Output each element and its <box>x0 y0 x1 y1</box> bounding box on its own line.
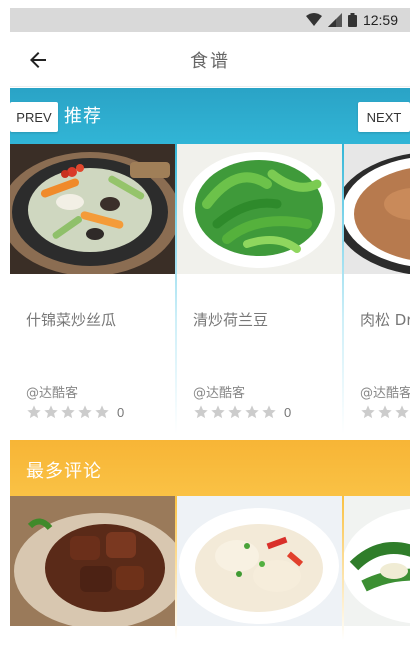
rating: 0 <box>26 404 124 420</box>
recipe-author: @达酷客 <box>193 386 246 401</box>
star-icon <box>78 405 92 419</box>
star-icon <box>211 405 225 419</box>
recommended-cards: 什锦菜炒丝瓜 @达酷客 0 清炒荷兰豆 @达酷客 0 肉松 Dr @达酷客 <box>10 144 410 434</box>
most-comments-header: 最多评论 <box>10 440 410 496</box>
recipe-card[interactable]: 清炒荷兰豆 @达酷客 0 <box>177 144 342 434</box>
star-icon <box>245 405 259 419</box>
recipe-card[interactable] <box>344 496 410 648</box>
recipe-image <box>177 144 342 274</box>
star-icon <box>61 405 75 419</box>
star-icon <box>27 405 41 419</box>
recommended-section: PREV 推荐 NEXT 什锦菜炒丝瓜 @达酷客 0 清炒荷兰豆 @达酷客 0 … <box>10 88 410 434</box>
star-icon <box>262 405 276 419</box>
app-bar: 食谱 <box>10 34 410 87</box>
recipe-card[interactable] <box>10 496 175 648</box>
most-comments-cards <box>10 496 410 648</box>
recommended-title: 推荐 <box>64 106 102 127</box>
recipe-image <box>10 496 175 626</box>
recipe-image <box>10 144 175 274</box>
most-comments-title: 最多评论 <box>26 461 102 482</box>
page-title: 食谱 <box>190 51 230 72</box>
star-icon <box>378 405 392 419</box>
wifi-icon <box>305 13 322 26</box>
next-button[interactable]: NEXT <box>358 102 410 132</box>
star-icon <box>361 405 375 419</box>
recipe-name: 肉松 Dr Floss <box>360 311 410 329</box>
rating-count: 0 <box>117 404 125 420</box>
star-icon <box>95 405 109 419</box>
rating: 0 <box>193 404 291 420</box>
star-icon <box>228 405 242 419</box>
star-icon <box>44 405 58 419</box>
recipe-author: @达酷客 <box>360 386 410 401</box>
recommended-header: PREV 推荐 NEXT <box>10 88 410 144</box>
prev-button[interactable]: PREV <box>10 102 58 132</box>
recipe-card[interactable]: 什锦菜炒丝瓜 @达酷客 0 <box>10 144 175 434</box>
recipe-author: @达酷客 <box>26 386 79 401</box>
rating-count: 0 <box>284 404 292 420</box>
arrow-left-icon[interactable] <box>26 48 50 72</box>
most-comments-section: 最多评论 <box>10 440 410 648</box>
recipe-image <box>344 496 410 626</box>
battery-icon <box>347 13 357 27</box>
status-bar: 12:59 <box>10 8 410 32</box>
rating: 0 <box>360 404 410 420</box>
recipe-image <box>177 496 342 626</box>
recipe-card[interactable]: 肉松 Dr Floss @达酷客 0 <box>344 144 410 434</box>
star-icon <box>194 405 208 419</box>
recipe-image <box>344 144 410 274</box>
star-icon <box>395 405 409 419</box>
signal-icon <box>327 13 342 27</box>
recipe-name: 清炒荷兰豆 <box>193 311 269 329</box>
status-time: 12:59 <box>362 12 398 28</box>
recipe-name: 什锦菜炒丝瓜 <box>26 311 117 329</box>
recipe-card[interactable] <box>177 496 342 648</box>
